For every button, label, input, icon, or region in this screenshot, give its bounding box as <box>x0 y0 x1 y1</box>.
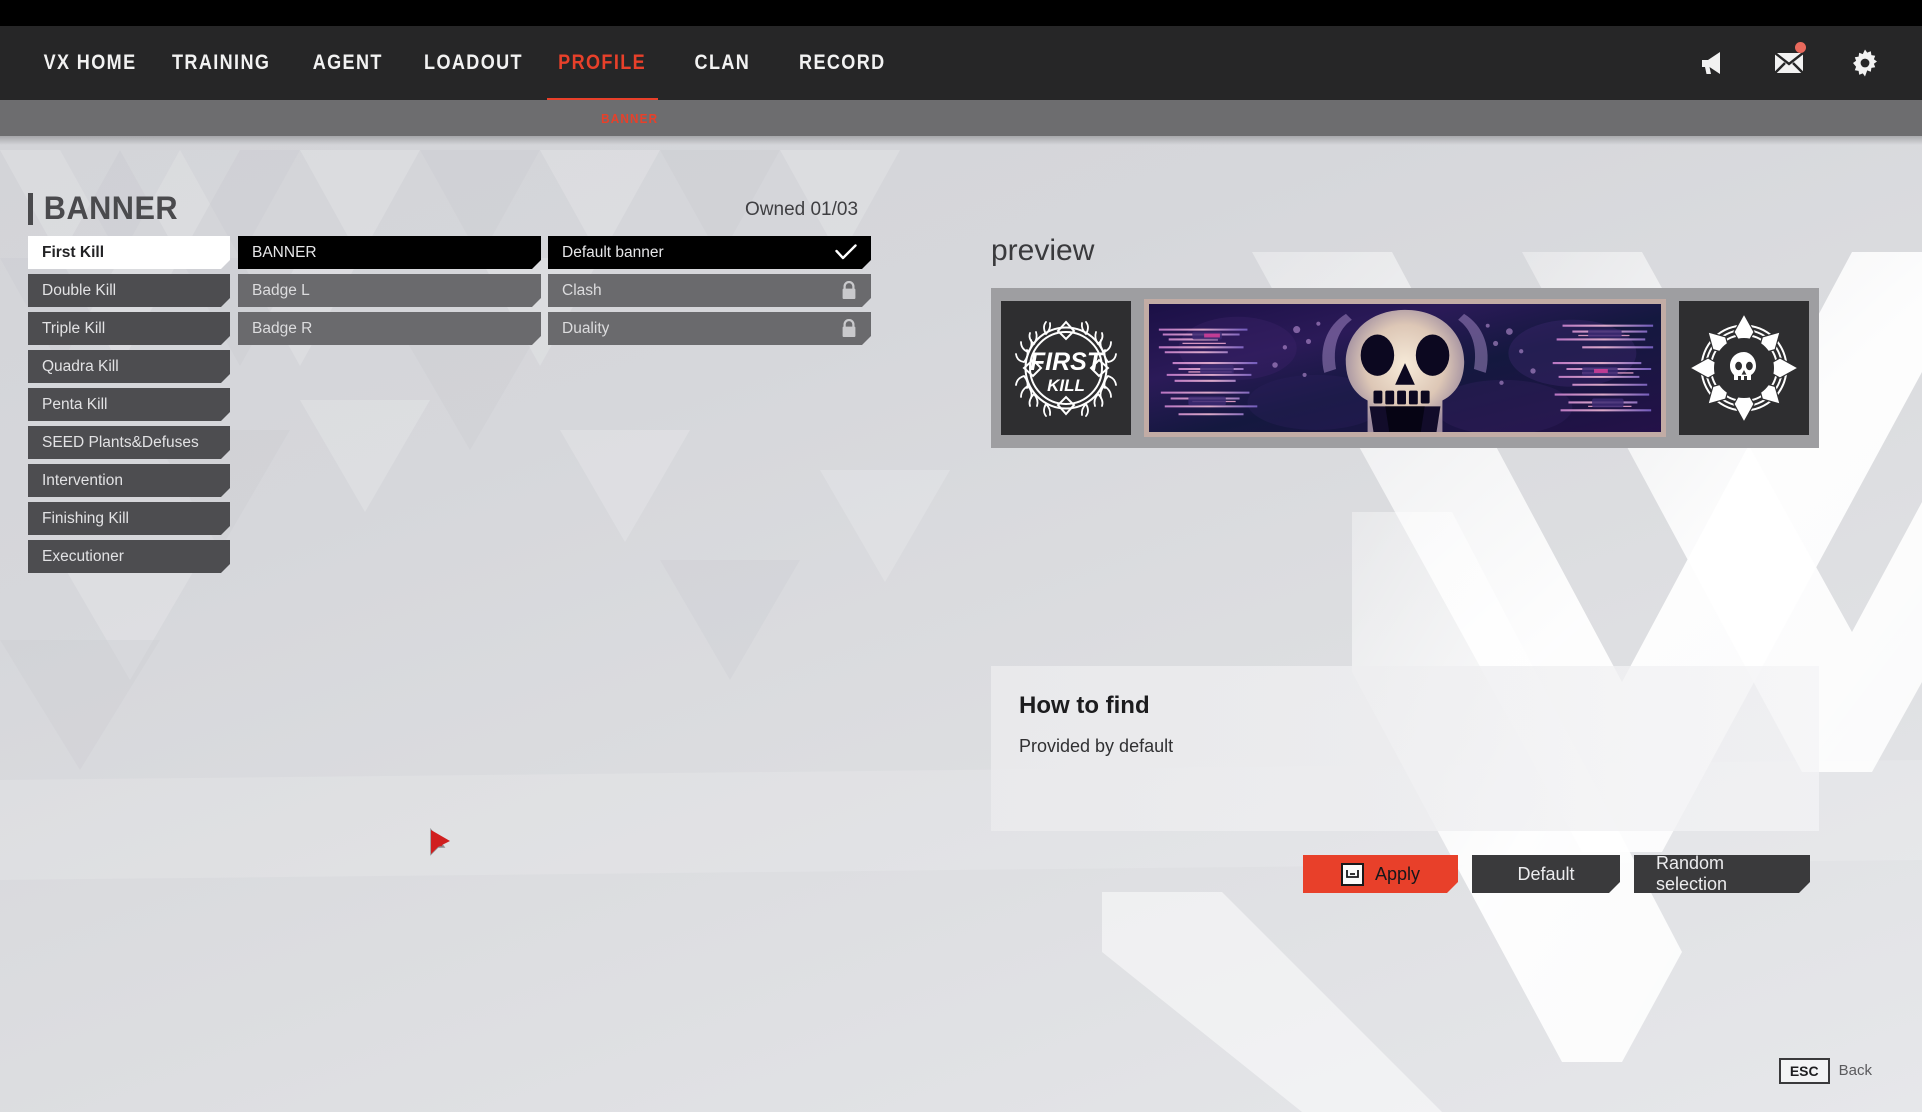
nav-icons-group <box>1696 26 1922 100</box>
mail-icon[interactable] <box>1772 42 1806 80</box>
skull-rosette-badge <box>1679 301 1809 435</box>
top-black-strip <box>0 0 1922 26</box>
nav-item-label: CLAN <box>694 51 751 74</box>
first-kill-wreath-badge: FIRST KILL <box>1001 301 1131 435</box>
keyboard-key-icon <box>1341 863 1364 886</box>
how-to-find-title: How to find <box>1019 692 1150 719</box>
notification-dot <box>1795 42 1806 53</box>
slot-item-label: Badge L <box>252 281 310 299</box>
default-button[interactable]: Default <box>1472 855 1620 893</box>
nav-item-loadout[interactable]: LOADOUT <box>406 26 541 100</box>
subnav-tab-label: BANNER <box>601 110 659 126</box>
category-item-double-kill[interactable]: Double Kill <box>28 274 230 307</box>
slot-list: BANNER Badge L Badge R <box>238 236 541 350</box>
apply-button-label: Apply <box>1374 863 1421 884</box>
item-label: Clash <box>562 281 602 299</box>
slot-item-label: Badge R <box>252 319 313 337</box>
main-navigation-bar: VX HOME TRAINING AGENT LOADOUT PROFILE C… <box>0 26 1922 100</box>
how-to-find-panel: How to find Provided by default <box>991 666 1819 831</box>
preview-panel: FIRST KILL <box>991 288 1819 448</box>
check-icon <box>835 244 857 261</box>
category-item-seed-plants-defuses[interactable]: SEED Plants&Defuses <box>28 426 230 459</box>
nav-item-record[interactable]: RECORD <box>782 26 903 100</box>
lock-icon <box>841 281 857 300</box>
category-item-first-kill[interactable]: First Kill <box>28 236 230 269</box>
subnav-tab-banner[interactable]: BANNER <box>560 100 700 136</box>
esc-back-label: Back <box>1838 1062 1872 1080</box>
lock-icon <box>841 319 857 338</box>
nav-item-label: RECORD <box>798 51 886 74</box>
nav-item-clan[interactable]: CLAN <box>664 26 782 100</box>
megaphone-icon[interactable] <box>1696 46 1730 80</box>
category-list: First Kill Double Kill Triple Kill Quadr… <box>28 236 230 578</box>
nav-item-profile[interactable]: PROFILE <box>541 26 663 100</box>
slot-item-label: BANNER <box>252 243 317 261</box>
action-buttons-row: Apply Default Random selection <box>1303 855 1810 893</box>
nav-item-label: VX HOME <box>43 51 137 74</box>
slot-item-banner[interactable]: BANNER <box>238 236 541 269</box>
nav-item-label: AGENT <box>312 51 383 74</box>
owned-count-label: Owned 01/03 <box>745 199 859 220</box>
category-item-intervention[interactable]: Intervention <box>28 464 230 497</box>
slot-item-badge-r[interactable]: Badge R <box>238 312 541 345</box>
item-default-banner[interactable]: Default banner <box>548 236 871 269</box>
category-item-label: Finishing Kill <box>42 509 130 527</box>
category-item-label: First Kill <box>42 243 105 261</box>
page-title: BANNER <box>43 190 179 226</box>
badge-line2: KILL <box>1047 376 1085 395</box>
preview-heading: preview <box>991 234 1095 267</box>
item-list: Default banner Clash Duality <box>548 236 871 350</box>
skull-banner-art <box>1144 299 1666 437</box>
random-selection-button[interactable]: Random selection <box>1634 855 1810 893</box>
item-duality[interactable]: Duality <box>548 312 871 345</box>
category-item-quadra-kill[interactable]: Quadra Kill <box>28 350 230 383</box>
nav-item-vx-home[interactable]: VX HOME <box>26 26 154 100</box>
category-item-triple-kill[interactable]: Triple Kill <box>28 312 230 345</box>
apply-button[interactable]: Apply <box>1303 855 1458 893</box>
default-button-label: Default <box>1517 863 1575 884</box>
category-item-label: Double Kill <box>42 281 117 299</box>
category-item-label: Executioner <box>42 547 124 565</box>
random-selection-button-label: Random selection <box>1656 853 1728 894</box>
esc-key-badge: ESC <box>1778 1057 1830 1084</box>
nav-item-label: PROFILE <box>558 51 647 74</box>
esc-back-hint[interactable]: ESC Back <box>1778 1057 1872 1084</box>
page-title-group: BANNER <box>28 190 181 227</box>
nav-item-agent[interactable]: AGENT <box>288 26 406 100</box>
category-item-label: Triple Kill <box>42 319 106 337</box>
category-item-penta-kill[interactable]: Penta Kill <box>28 388 230 421</box>
category-item-label: Quadra Kill <box>42 357 119 375</box>
item-clash[interactable]: Clash <box>548 274 871 307</box>
nav-item-label: LOADOUT <box>424 51 524 74</box>
slot-item-badge-l[interactable]: Badge L <box>238 274 541 307</box>
nav-items-group: VX HOME TRAINING AGENT LOADOUT PROFILE C… <box>0 26 902 100</box>
category-item-label: Intervention <box>42 471 123 489</box>
item-label: Default banner <box>562 243 664 261</box>
how-to-find-body: Provided by default <box>1019 736 1174 756</box>
badge-line1: FIRST <box>1030 348 1105 376</box>
nav-item-training[interactable]: TRAINING <box>154 26 288 100</box>
category-item-executioner[interactable]: Executioner <box>28 540 230 573</box>
category-item-label: SEED Plants&Defuses <box>42 433 199 451</box>
category-item-label: Penta Kill <box>42 395 108 413</box>
gear-icon[interactable] <box>1848 46 1882 80</box>
sub-navigation-bar: BANNER <box>0 100 1922 136</box>
title-accent-bar <box>28 192 33 225</box>
category-item-finishing-kill[interactable]: Finishing Kill <box>28 502 230 535</box>
item-label: Duality <box>562 319 610 337</box>
nav-item-label: TRAINING <box>172 51 271 74</box>
